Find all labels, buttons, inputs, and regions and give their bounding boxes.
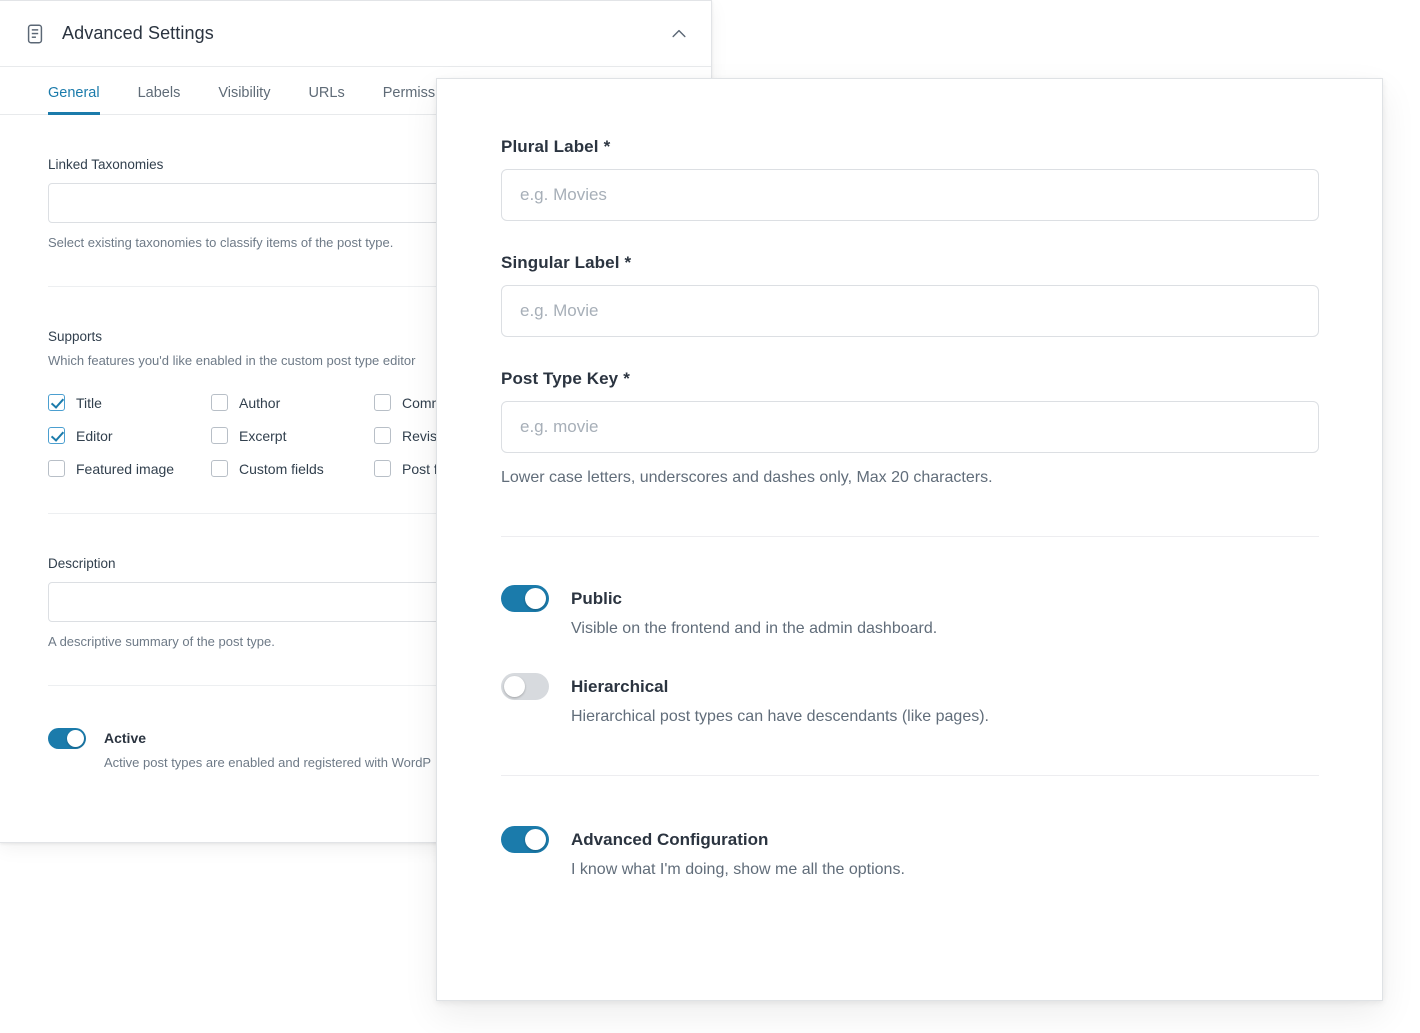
public-toggle-label: Public	[571, 585, 937, 612]
plural-label-text: Plural Label	[501, 137, 599, 156]
hierarchical-toggle-sub: Hierarchical post types can have descend…	[571, 708, 989, 726]
tab-labels[interactable]: Labels	[138, 85, 181, 114]
post-type-key-field: Post Type Key * Lower case letters, under…	[501, 369, 1318, 487]
toggle-knob	[525, 588, 546, 609]
hierarchical-toggle[interactable]	[501, 673, 549, 700]
checkbox-label: Excerpt	[239, 428, 286, 444]
page-title: Advanced Settings	[62, 23, 214, 44]
chevron-up-icon[interactable]	[669, 24, 689, 44]
checkbox-icon[interactable]	[48, 460, 65, 477]
advanced-configuration-toggle-text: Advanced Configuration I know what I'm d…	[571, 826, 905, 879]
checkbox-icon[interactable]	[211, 394, 228, 411]
plural-label-label: Plural Label *	[501, 137, 1318, 157]
checkbox-label: Title	[76, 395, 102, 411]
checkbox-icon[interactable]	[374, 394, 391, 411]
tab-general[interactable]: General	[48, 85, 100, 114]
required-asterisk: *	[604, 137, 611, 156]
checkbox-label: Editor	[76, 428, 113, 444]
checkbox-label: Custom fields	[239, 461, 324, 477]
post-type-key-input[interactable]	[501, 401, 1319, 453]
singular-label-input[interactable]	[501, 285, 1319, 337]
spacer	[501, 337, 1318, 369]
screenshot-stage: Advanced Settings General Labels Visibil…	[0, 0, 1420, 1033]
hierarchical-toggle-text: Hierarchical Hierarchical post types can…	[571, 673, 989, 726]
supports-checkbox-title[interactable]: Title	[48, 394, 211, 411]
checkbox-label: Featured image	[76, 461, 174, 477]
singular-label-field: Singular Label *	[501, 253, 1318, 337]
checkbox-icon[interactable]	[48, 394, 65, 411]
required-asterisk: *	[625, 253, 632, 272]
advanced-configuration-toggle-label: Advanced Configuration	[571, 826, 905, 853]
advanced-configuration-toggle-row: Advanced Configuration I know what I'm d…	[501, 826, 1318, 879]
public-toggle-text: Public Visible on the frontend and in th…	[571, 585, 937, 638]
spacer	[501, 221, 1318, 253]
advanced-configuration-toggle-sub: I know what I'm doing, show me all the o…	[571, 861, 905, 879]
supports-checkbox-custom-fields[interactable]: Custom fields	[211, 460, 374, 477]
supports-checkbox-excerpt[interactable]: Excerpt	[211, 427, 374, 444]
post-type-key-text: Post Type Key	[501, 369, 618, 388]
public-toggle-sub: Visible on the frontend and in the admin…	[571, 620, 937, 638]
checkbox-icon[interactable]	[211, 427, 228, 444]
checkbox-icon[interactable]	[48, 427, 65, 444]
required-asterisk: *	[623, 369, 630, 388]
active-toggle-sub: Active post types are enabled and regist…	[104, 755, 431, 770]
toggle-knob	[504, 676, 525, 697]
post-type-key-label: Post Type Key *	[501, 369, 1318, 389]
active-toggle[interactable]	[48, 728, 86, 749]
supports-checkbox-author[interactable]: Author	[211, 394, 374, 411]
checkbox-icon[interactable]	[374, 427, 391, 444]
supports-checkbox-editor[interactable]: Editor	[48, 427, 211, 444]
panel-header: Advanced Settings	[0, 1, 711, 67]
post-type-form-panel: Plural Label * Singular Label * Post Type …	[436, 78, 1383, 1001]
checkbox-icon[interactable]	[374, 460, 391, 477]
toggle-knob	[525, 829, 546, 850]
plural-label-field: Plural Label *	[501, 137, 1318, 221]
public-toggle[interactable]	[501, 585, 549, 612]
spacer	[501, 638, 1318, 673]
singular-label-text: Singular Label	[501, 253, 620, 272]
hierarchical-toggle-label: Hierarchical	[571, 673, 989, 700]
checkbox-label: Post f	[402, 461, 438, 477]
active-toggle-text: Active Active post types are enabled and…	[104, 728, 431, 770]
singular-label-label: Singular Label *	[501, 253, 1318, 273]
tab-urls[interactable]: URLs	[308, 85, 344, 114]
post-type-key-help: Lower case letters, underscores and dash…	[501, 469, 1318, 487]
supports-checkbox-featured-image[interactable]: Featured image	[48, 460, 211, 477]
tab-visibility[interactable]: Visibility	[218, 85, 270, 114]
public-toggle-row: Public Visible on the frontend and in th…	[501, 585, 1318, 638]
checkbox-icon[interactable]	[211, 460, 228, 477]
checkbox-label: Revisi	[402, 428, 440, 444]
advanced-configuration-toggle[interactable]	[501, 826, 549, 853]
checkbox-label: Author	[239, 395, 280, 411]
spacer	[501, 776, 1318, 826]
document-settings-icon	[24, 23, 46, 45]
active-toggle-label: Active	[104, 728, 431, 749]
spacer	[501, 537, 1318, 585]
hierarchical-toggle-row: Hierarchical Hierarchical post types can…	[501, 673, 1318, 726]
plural-label-input[interactable]	[501, 169, 1319, 221]
toggle-knob	[67, 730, 84, 747]
